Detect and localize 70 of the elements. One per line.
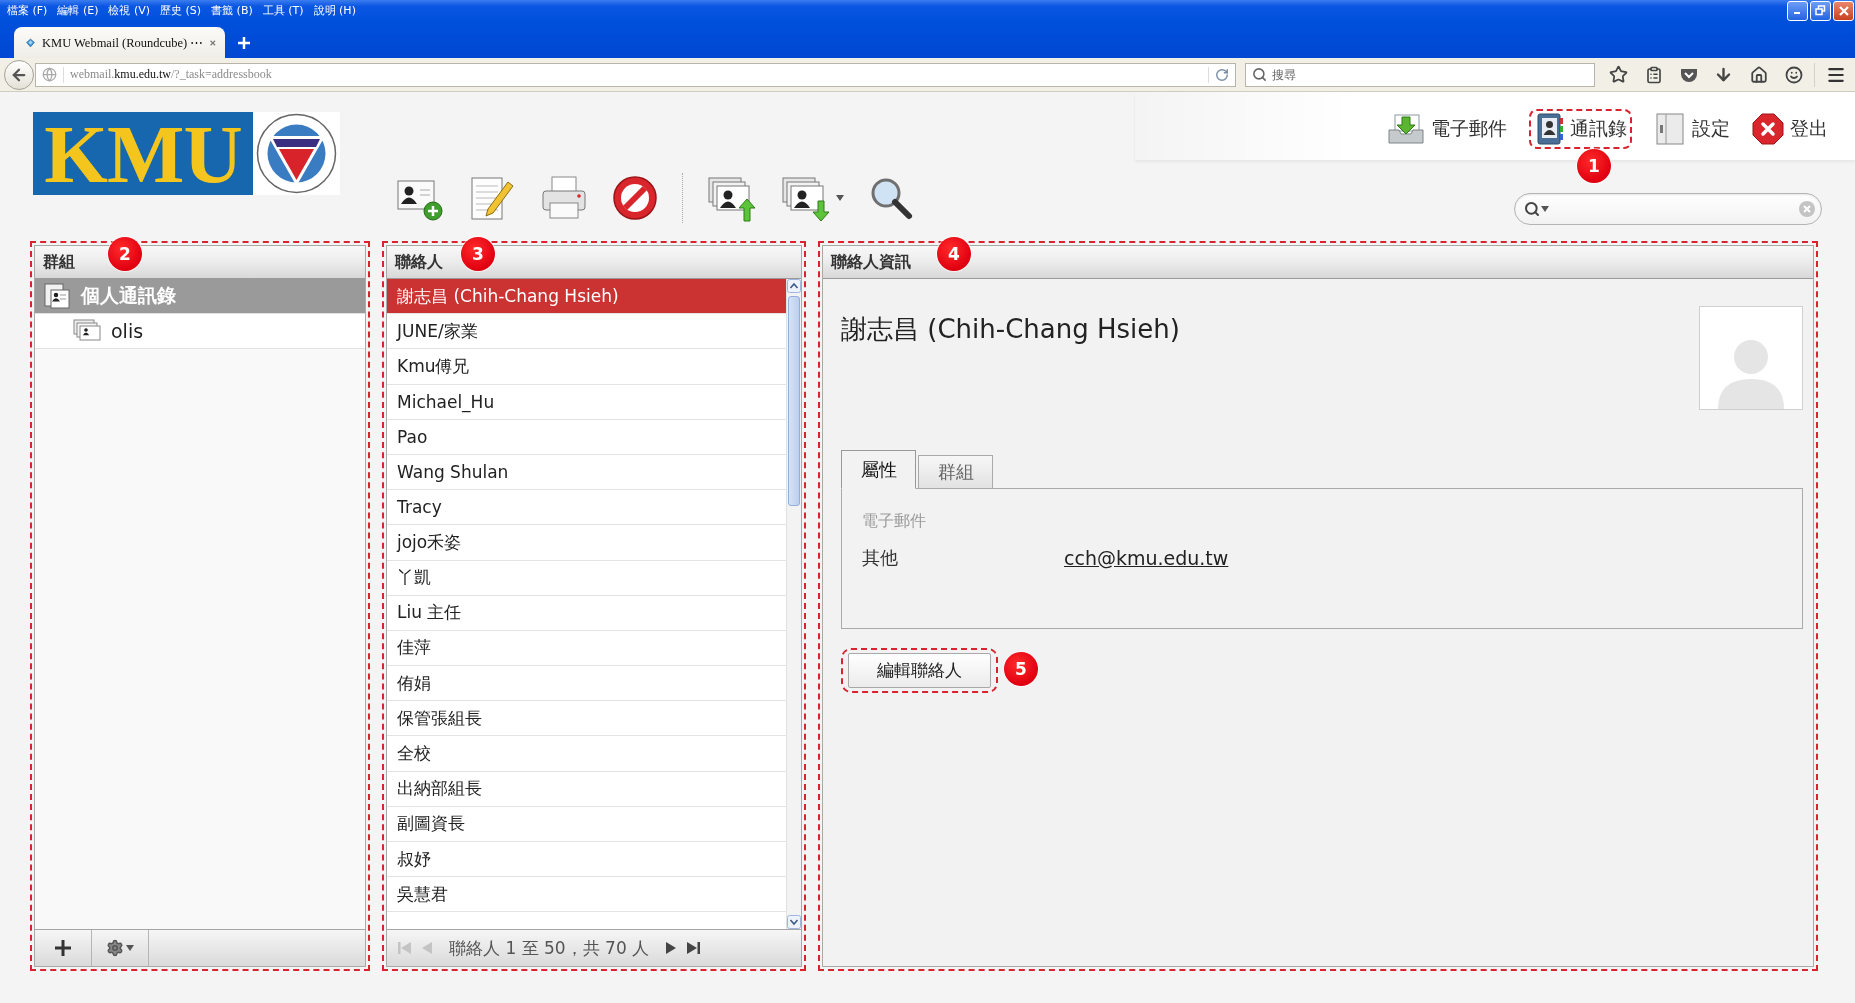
annotation-badge: 3 (461, 237, 495, 271)
caret-icon[interactable] (836, 195, 844, 201)
menu-item[interactable]: 工具 (T) (257, 3, 309, 18)
restore-icon (1815, 5, 1826, 16)
panel-title: 群組 (43, 251, 75, 273)
section-title: 電子郵件 (862, 511, 927, 532)
page-info: 聯絡人 1 至 50，共 70 人 (449, 936, 650, 960)
address-book-icon (1534, 113, 1564, 145)
menu-item[interactable]: 檔案 (F) (2, 3, 53, 18)
tab[interactable]: 屬性 (841, 450, 916, 489)
nav-link[interactable]: 通訊錄 (1534, 113, 1627, 145)
home-icon[interactable] (1749, 65, 1768, 84)
last-page-icon[interactable] (685, 940, 702, 956)
close-button[interactable] (1833, 0, 1854, 21)
plus-icon (54, 939, 72, 957)
menu-item[interactable]: 編輯 (E) (52, 3, 104, 18)
annotation-badge: 1 (1577, 149, 1611, 183)
nav-link[interactable]: 電子郵件 (1387, 113, 1507, 145)
menu-item[interactable]: 說明 (H) (308, 3, 361, 18)
email-link[interactable]: cch@kmu.edu.tw (1064, 547, 1229, 569)
logo: KMU (33, 112, 253, 195)
contact-row[interactable]: 謝志昌 (Chih-Chang Hsieh) (387, 279, 786, 315)
close-tab-icon[interactable] (210, 37, 216, 48)
search-icon (1252, 66, 1267, 82)
contact-group-icon (73, 319, 101, 343)
address-book-icon (43, 282, 71, 310)
annotation-badge: 5 (1004, 652, 1038, 686)
new-tab-icon[interactable] (237, 35, 251, 50)
notepad-pencil-icon[interactable] (468, 174, 516, 222)
reload-icon[interactable] (1215, 67, 1229, 82)
chevron-shield-icon[interactable] (1679, 66, 1698, 83)
edit-contact-button[interactable]: 編輯聯絡人 (848, 653, 991, 688)
menu-item[interactable]: 書籤 (B) (206, 3, 258, 18)
group-item[interactable]: olis (35, 314, 365, 349)
panel-title: 聯絡人 (395, 251, 443, 273)
smiley-icon[interactable] (1784, 65, 1803, 84)
search-field[interactable] (1514, 193, 1822, 225)
contact-name: 謝志昌 (Chih-Chang Hsieh) (841, 313, 1180, 346)
star-icon[interactable] (1609, 65, 1628, 84)
field-label: 其他 (862, 546, 899, 570)
prohibited-icon[interactable] (612, 175, 658, 221)
caret-icon (126, 945, 134, 951)
panel-switch-icon (1654, 113, 1686, 145)
clipboard-list-icon[interactable] (1644, 65, 1663, 84)
search-field[interactable]: 搜尋 (1245, 62, 1595, 87)
caret-icon (1541, 206, 1549, 212)
gear-icon (106, 939, 124, 957)
address-field[interactable]: webmail.kmu.edu.tw/?_task=addressbook (35, 62, 1236, 87)
nav-link[interactable]: 設定 (1654, 113, 1730, 145)
menu-item[interactable]: 歷史 (S) (155, 3, 207, 18)
tab[interactable]: 群組 (918, 455, 993, 489)
menu-item[interactable]: 檢視 (V) (103, 3, 156, 18)
x-octagon-icon (1752, 113, 1784, 145)
back-button[interactable] (4, 59, 34, 90)
close-icon (1838, 5, 1849, 16)
minimize-button[interactable] (1787, 0, 1808, 21)
restore-button[interactable] (1810, 0, 1831, 21)
globe-icon (42, 67, 57, 82)
scrollbar-thumb[interactable] (788, 296, 800, 506)
browser-tab[interactable]: KMU Webmail (Roundcube) ⋯ (14, 27, 225, 58)
download-icon[interactable] (1714, 65, 1733, 84)
annotation-badge: 2 (108, 237, 142, 271)
panel-title: 聯絡人資訊 (831, 251, 911, 273)
scroll-up-icon[interactable] (787, 279, 801, 293)
nav-link[interactable]: 登出 (1752, 113, 1828, 145)
annotation-badge: 4 (937, 237, 971, 271)
scroll-down-icon[interactable] (787, 915, 801, 929)
url-text: webmail.kmu.edu.tw/?_task=addressbook (70, 67, 273, 82)
inbox-tray-icon (1387, 113, 1425, 145)
search-icon (1524, 201, 1540, 217)
